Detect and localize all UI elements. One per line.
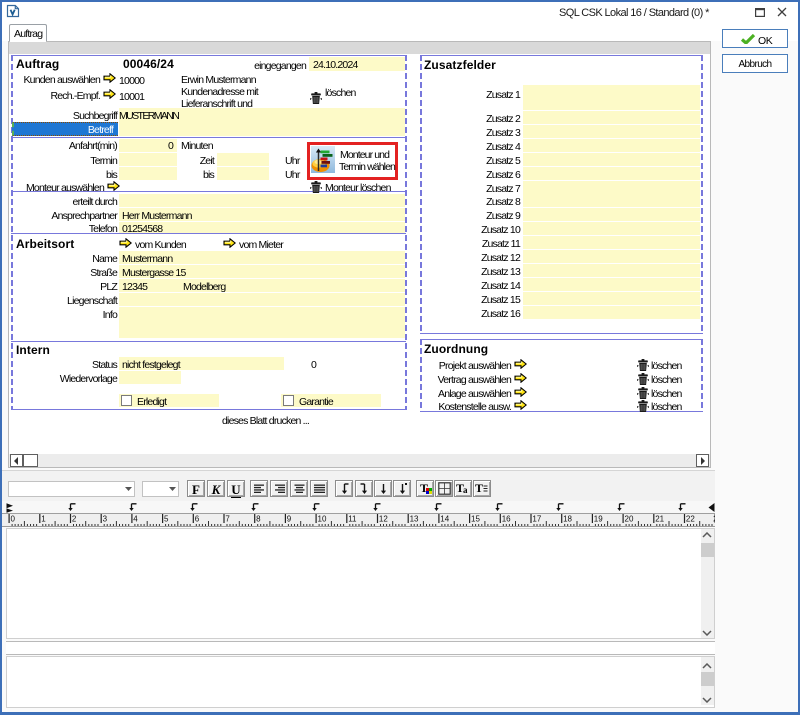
- svg-text:2: 2: [72, 515, 77, 524]
- svg-text:13: 13: [410, 515, 419, 524]
- svg-text:0: 0: [11, 515, 16, 524]
- svg-text:19: 19: [594, 515, 603, 524]
- svg-text:20: 20: [625, 515, 634, 524]
- svg-text:17: 17: [532, 515, 541, 524]
- svg-text:T: T: [475, 482, 483, 495]
- svg-text:16: 16: [502, 515, 511, 524]
- svg-text:8: 8: [256, 515, 261, 524]
- svg-text:11: 11: [348, 515, 357, 524]
- svg-text:1: 1: [41, 515, 46, 524]
- svg-text:5: 5: [164, 515, 169, 524]
- svg-text:12: 12: [379, 515, 388, 524]
- svg-text:22: 22: [686, 515, 695, 524]
- svg-text:9: 9: [287, 515, 292, 524]
- svg-text:15: 15: [471, 515, 480, 524]
- svg-text:18: 18: [563, 515, 572, 524]
- svg-text:21: 21: [655, 515, 664, 524]
- svg-text:6: 6: [195, 515, 200, 524]
- svg-text:a: a: [463, 485, 468, 495]
- svg-text:4: 4: [133, 515, 138, 524]
- svg-text:7: 7: [225, 515, 230, 524]
- svg-text:10: 10: [318, 515, 327, 524]
- svg-text:14: 14: [440, 515, 449, 524]
- svg-text:3: 3: [103, 515, 108, 524]
- svg-text:23: 23: [713, 515, 715, 524]
